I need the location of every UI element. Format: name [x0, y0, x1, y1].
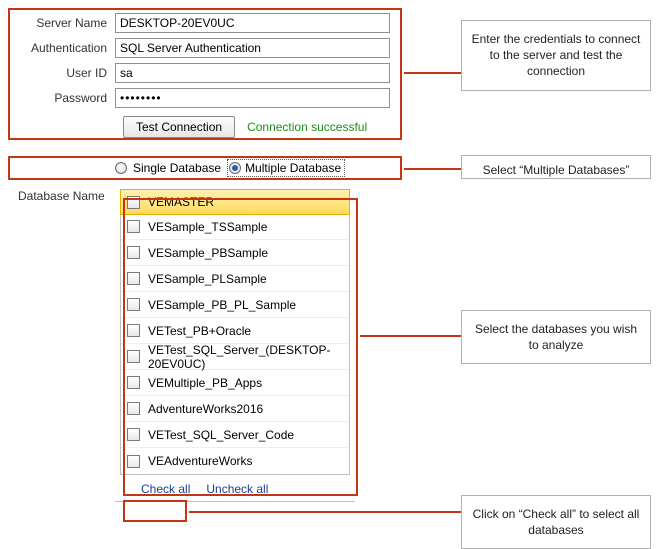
- authentication-label: Authentication: [10, 41, 115, 55]
- test-connection-button[interactable]: Test Connection: [123, 116, 235, 138]
- list-item-label: VETest_SQL_Server_(DESKTOP-20EV0UC): [148, 343, 343, 371]
- uncheck-all-button[interactable]: Uncheck all: [200, 480, 274, 498]
- list-item[interactable]: VESample_TSSample: [121, 214, 349, 240]
- list-item[interactable]: VESample_PLSample: [121, 266, 349, 292]
- list-item-label: VESample_PLSample: [148, 272, 267, 286]
- check-all-button[interactable]: Check all: [135, 480, 196, 498]
- list-item-label: VETest_SQL_Server_Code: [148, 428, 294, 442]
- single-database-label: Single Database: [133, 161, 221, 175]
- database-mode-row: Single Database Multiple Database: [115, 157, 390, 179]
- connector-line: [404, 72, 461, 74]
- checkbox-icon[interactable]: [127, 196, 140, 209]
- checkbox-icon[interactable]: [127, 220, 140, 233]
- checkbox-icon[interactable]: [127, 376, 140, 389]
- list-item[interactable]: VETest_PB+Oracle: [121, 318, 349, 344]
- list-item[interactable]: VEAdventureWorks: [121, 448, 349, 474]
- password-label: Password: [10, 91, 115, 105]
- annotation-select-dbs: Select the databases you wish to analyze: [461, 310, 651, 364]
- list-item-label: VETest_PB+Oracle: [148, 324, 251, 338]
- connector-line: [189, 511, 461, 513]
- list-item[interactable]: VESample_PB_PL_Sample: [121, 292, 349, 318]
- highlight-box: [123, 500, 187, 522]
- multiple-database-label: Multiple Database: [245, 161, 341, 175]
- list-item[interactable]: VETest_SQL_Server_Code: [121, 422, 349, 448]
- server-name-input[interactable]: [115, 13, 390, 33]
- user-id-label: User ID: [10, 66, 115, 80]
- list-item[interactable]: VESample_PBSample: [121, 240, 349, 266]
- annotation-credentials: Enter the credentials to connect to the …: [461, 20, 651, 91]
- checkbox-icon[interactable]: [127, 324, 140, 337]
- database-list[interactable]: VEMASTER VESample_TSSample VESample_PBSa…: [120, 189, 350, 475]
- connector-line: [404, 168, 461, 170]
- list-item-label: VEAdventureWorks: [148, 454, 253, 468]
- list-item-label: VESample_PBSample: [148, 246, 268, 260]
- annotation-check-all: Click on “Check all” to select all datab…: [461, 495, 651, 549]
- checkbox-icon[interactable]: [127, 350, 140, 363]
- list-item[interactable]: AdventureWorks2016: [121, 396, 349, 422]
- user-id-input[interactable]: [115, 63, 390, 83]
- single-database-radio[interactable]: [115, 162, 127, 174]
- checkbox-icon[interactable]: [127, 402, 140, 415]
- checkbox-icon[interactable]: [127, 428, 140, 441]
- authentication-input[interactable]: [115, 38, 390, 58]
- checkbox-icon[interactable]: [127, 272, 140, 285]
- list-item[interactable]: VEMASTER: [120, 189, 350, 215]
- credentials-form: Server Name Authentication User ID Passw…: [10, 10, 390, 502]
- server-name-label: Server Name: [10, 16, 115, 30]
- password-input[interactable]: [115, 88, 390, 108]
- checkbox-icon[interactable]: [127, 298, 140, 311]
- list-item[interactable]: VEMultiple_PB_Apps: [121, 370, 349, 396]
- list-item[interactable]: VETest_SQL_Server_(DESKTOP-20EV0UC): [121, 344, 349, 370]
- checkbox-icon[interactable]: [127, 246, 140, 259]
- list-item-label: VEMASTER: [148, 195, 214, 209]
- list-item-label: VESample_PB_PL_Sample: [148, 298, 296, 312]
- connection-status: Connection successful: [247, 120, 367, 134]
- list-item-label: AdventureWorks2016: [148, 402, 263, 416]
- list-item-label: VESample_TSSample: [148, 220, 267, 234]
- annotation-multiple: Select “Multiple Databases”: [461, 155, 651, 179]
- multiple-database-radio[interactable]: [229, 162, 241, 174]
- checkbox-icon[interactable]: [127, 455, 140, 468]
- list-item-label: VEMultiple_PB_Apps: [148, 376, 262, 390]
